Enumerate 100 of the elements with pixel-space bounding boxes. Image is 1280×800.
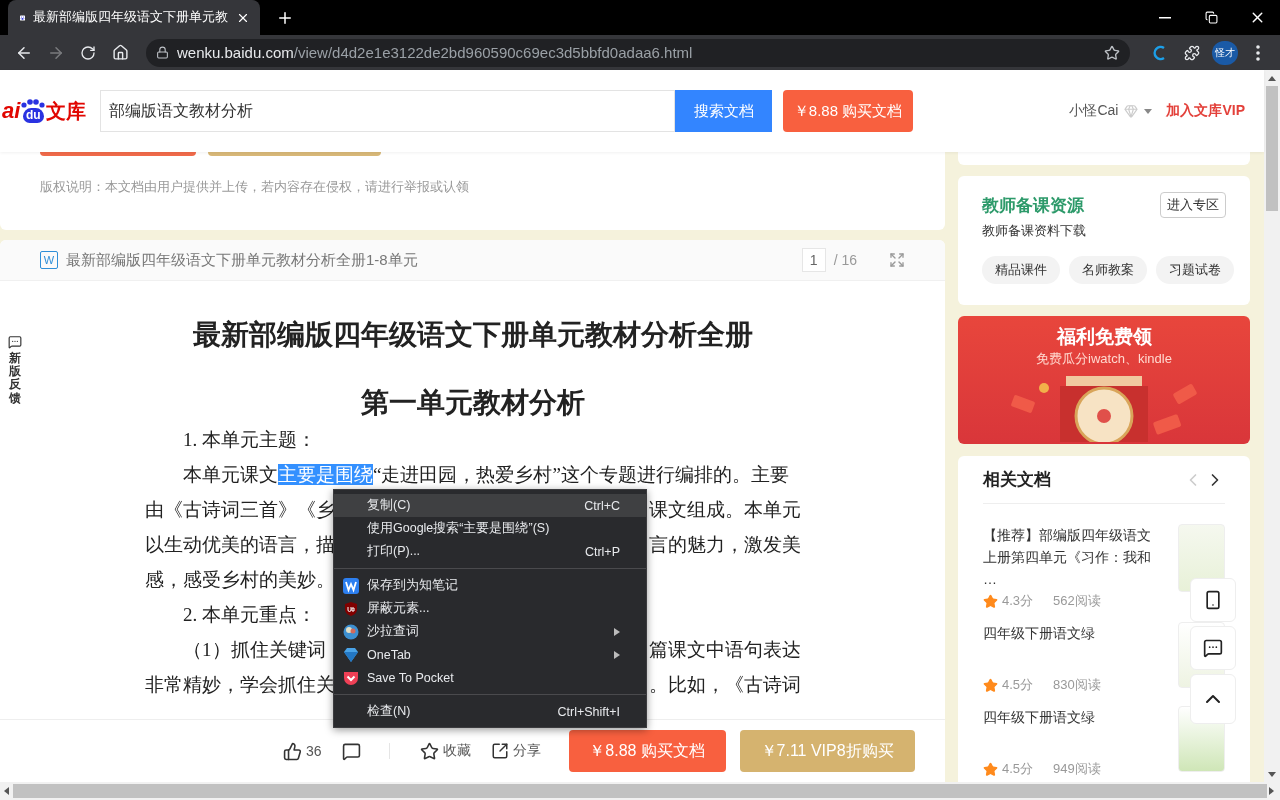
menu-item[interactable]: 保存到为知笔记 [334,574,646,597]
card-subtitle: 教师备课资料下载 [982,222,1087,240]
document-text: 以生动优美的语言，描 [145,533,335,555]
star-icon [419,741,439,761]
read-count: 562阅读 [1053,592,1101,610]
scrollbar-thumb[interactable] [1266,86,1278,211]
rating-text: 4.3分 [1002,592,1034,610]
scroll-right-icon[interactable] [1269,787,1274,795]
bookmark-star-icon[interactable] [1104,44,1120,61]
shortcut-text: Ctrl+C [584,498,620,513]
menu-item[interactable]: 沙拉查词 [334,620,646,643]
menu-item[interactable]: 屏蔽元素... [334,597,646,620]
banner-subtitle: 免费瓜分iwatch、kindle [1036,350,1172,368]
menu-item[interactable]: 检查(N) Ctrl+Shift+I [334,700,646,723]
search-button[interactable]: 搜索文档 [675,90,772,132]
menu-item[interactable]: Save To Pocket [334,666,646,689]
puzzle-icon [1184,44,1200,61]
section-title: 相关文档 [983,469,1051,491]
lock-icon [156,46,169,59]
rating-text: 4.5分 [1002,676,1034,694]
document-text: 篇课文中语句表达 [649,637,801,662]
rating-text: 4.5分 [1002,760,1034,778]
selected-text: 主要是围绕 [278,463,373,485]
speech-bubble-icon [1203,638,1223,658]
pocket-icon [343,669,359,686]
read-count: 949阅读 [1053,760,1101,778]
mobile-button[interactable] [1190,578,1236,622]
read-count: 830阅读 [1053,676,1101,694]
document-title: 最新部编版四年级语文下册单元教材分析全册 [192,318,754,352]
document-text: 2. 本单元重点： [183,603,316,625]
document-text: （1）抓住关键词 [183,638,326,660]
share-button[interactable]: 分享 [490,742,541,760]
document-text: 感，感受乡村的美妙。 [145,568,335,590]
url-path: /view/d4d2e1e3122de2bd960590c69ec3d5bbfd0adaa6.html [293,44,693,61]
menu-item[interactable]: 打印(P)... Ctrl+P [334,540,646,563]
category-chip[interactable]: 名师教案 [1069,256,1147,284]
category-chip[interactable]: 精品课件 [982,256,1060,284]
shortcut-text: Ctrl+P [584,544,620,559]
message-button[interactable] [1190,626,1236,670]
copyright-notice: 版权说明：本文档由用户提供并上传，若内容存在侵权，请进行举报或认领 [40,179,470,196]
document-text: 由《古诗词三首》《乡 [145,498,335,520]
document-link[interactable]: 四年级下册语文绿 [983,622,1160,644]
restore-icon [1204,11,1218,24]
document-text: 非常精妙，学会抓住关 [145,673,335,695]
search-field[interactable]: 部编版语文教材分析 [100,90,675,132]
salad-bowl-icon [343,623,359,640]
section-heading: 第一单元教材分析 [360,386,586,420]
menu-item[interactable]: OneTab [334,643,646,666]
share-icon [490,742,509,760]
favorite-button[interactable]: 收藏 [419,741,471,761]
phone-icon [1203,590,1223,610]
menu-item[interactable]: 复制(C) Ctrl+C [334,494,646,517]
speech-bubble-icon [341,741,361,761]
page-number-field[interactable]: 1 [801,248,826,272]
speech-bubble-icon [8,335,22,349]
minimize-icon [1159,16,1171,19]
feedback-tab[interactable]: 新版反馈 [8,335,22,405]
card-title: 教师备课资源 [982,194,1084,217]
browser-tab[interactable]: 最新部编版四年级语文下册单元教 [8,0,260,35]
star-icon [983,593,998,609]
url-host: wenku.baidu.com [177,44,294,61]
document-text: 1. 本单元主题： [183,428,316,450]
diamond-icon [343,646,359,663]
file-type-badge: W [40,251,58,269]
star-icon [983,677,998,693]
category-chip[interactable]: 习题试卷 [1156,256,1234,284]
site-logo[interactable]: ai du 文库 [0,97,100,125]
like-button[interactable]: 36 [283,741,322,761]
document-name: 最新部编版四年级语文下册单元教材分析全册1-8单元 [66,250,418,270]
scroll-down-icon[interactable] [1268,772,1276,777]
shortcut-text: Ctrl+Shift+I [557,704,620,719]
caret-icon[interactable] [1144,108,1153,114]
scroll-left-icon[interactable] [4,787,9,795]
vertical-scrollbar[interactable] [1264,70,1280,782]
fullscreen-icon[interactable] [889,252,905,268]
promo-banner[interactable]: 福利免费领 免费瓜分iwatch、kindle [958,316,1250,444]
profile-avatar[interactable]: 怪才 [1212,40,1238,65]
comment-button[interactable] [341,741,361,761]
document-text: 课文组成。本单元 [649,497,801,522]
address-bar[interactable]: wenku.baidu.com/view/d4d2e1e3122de2bd960590c69ec3d5bbfd0adaa6.html [146,38,1130,67]
scrollbar-thumb[interactable] [13,784,1267,798]
menu-item[interactable]: 使用Google搜索“主要是围绕”(S) [334,517,646,540]
banner-title: 福利免费领 [1056,325,1152,349]
page-count: / 16 [833,252,857,268]
scroll-up-icon[interactable] [1268,76,1276,81]
vip-link[interactable]: 加入文库VIP [1166,102,1245,120]
document-text: 。比如，《古诗词 [649,672,801,697]
star-icon [983,761,998,777]
letter-w-icon [343,577,359,594]
home-icon [111,44,129,61]
tab-title: 最新部编版四年级语文下册单元教 [33,9,228,26]
horizontal-scrollbar[interactable] [0,782,1280,800]
document-link[interactable]: 四年级下册语文绿 [983,706,1160,728]
shield-icon [343,600,359,617]
thumbs-up-icon [283,741,302,761]
document-text: “走进田园，热爱乡村”这个专题进行编排的。主要 [373,463,789,485]
document-text: 言的魅力，激发美 [649,532,801,557]
document-link[interactable]: 【推荐】部编版四年级语文上册第四单元《习作：我和 … [983,524,1160,590]
user-name[interactable]: 小怪Cai [1069,102,1119,120]
enter-button[interactable]: 进入专区 [1160,192,1226,218]
